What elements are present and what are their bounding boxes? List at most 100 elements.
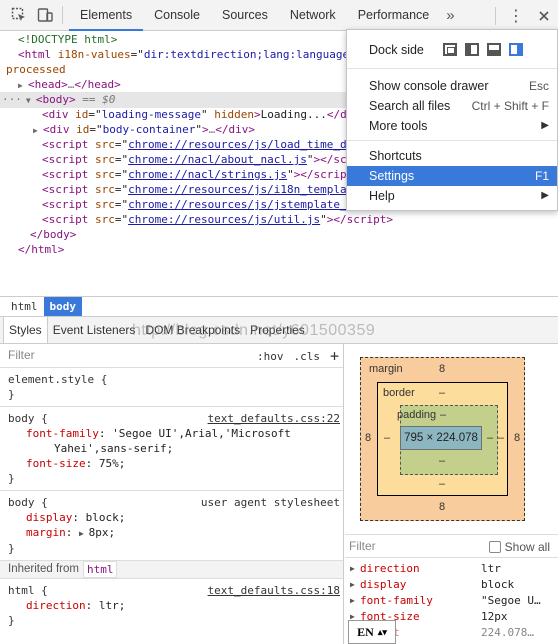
script-src-link[interactable]: chrome://resources/js/i18n_template.js [128,183,380,196]
computed-property-row[interactable]: ▶ display block [345,577,558,593]
tab-network[interactable]: Network [279,0,347,31]
inherited-label: Inherited from [8,563,79,575]
html-close-tag: </html> [18,243,65,256]
dom-div-body-container[interactable]: ▶ <div id="body-container">…</div> [33,122,255,138]
margin-right-value[interactable]: 8 [514,432,520,444]
rule-source-link[interactable]: text_defaults.css:22 [208,411,340,426]
rule-close-brace: } [8,614,15,627]
dom-script-node[interactable]: <script src="chrome://nacl/about_nacl.js… [42,152,380,167]
html-attr-name: i18n-values [57,48,131,61]
dom-doctype[interactable]: <!DOCTYPE html> [18,32,117,47]
ime-dropdown-icon: ▴▾ [377,626,387,637]
dock-bottom-icon[interactable] [487,43,501,56]
tab-console[interactable]: Console [143,0,211,31]
tab-properties[interactable]: Properties [245,317,310,343]
border-right-value[interactable]: – [498,432,504,444]
more-tabs-button[interactable]: » [440,0,460,31]
new-style-rule-button[interactable]: + [330,348,339,364]
dom-script-node[interactable]: <script src="chrome://nacl/strings.js"><… [42,167,360,182]
tab-event-listeners[interactable]: Event Listeners [48,317,141,343]
css-property[interactable]: font-size: 75%; [8,456,335,471]
padding-right-value[interactable]: – [487,432,493,444]
rule-close-brace: } [8,542,15,555]
margin-left-value[interactable]: 8 [365,432,371,444]
menu-item-search-all-files[interactable]: Search all files Ctrl + Shift + F [347,96,557,116]
padding-bottom-value[interactable]: – [439,455,445,467]
show-all-label: Show all [504,540,550,554]
ime-language-indicator[interactable]: EN ▴▾ [348,620,396,644]
inherited-header: Inherited from html [0,561,343,579]
css-property[interactable]: display: block; [8,510,335,525]
script-src-link[interactable]: chrome://resources/js/util.js [128,213,320,226]
padding-label: padding [397,409,437,421]
dom-html-node[interactable]: <html i18n-values="dir:textdirection;lan… [18,47,349,62]
hover-state-toggle[interactable]: :hov [257,349,284,364]
tab-elements[interactable]: Elements [69,0,144,31]
menu-item-show-console-drawer[interactable]: Show console drawer Esc [347,76,557,96]
div-attr-name: id [75,108,89,121]
computed-property-row[interactable]: ▶ font-family "Segoe U… [345,593,558,609]
show-all-checkbox[interactable] [488,541,501,553]
css-property[interactable]: font-family: 'Segoe UI',Arial,'Microsoft [8,426,335,441]
expand-triangle-icon[interactable]: ▶ [79,529,89,538]
element-style-rule[interactable]: element.style { } [0,368,343,407]
inspect-element-icon[interactable] [8,4,30,26]
script-src-link[interactable]: chrome://nacl/strings.js [128,168,287,181]
style-rule[interactable]: body { text_defaults.css:22 font-family:… [0,407,343,491]
breadcrumb-body[interactable]: body [43,297,82,316]
css-property[interactable]: direction: ltr; [8,598,335,613]
div-hidden-attr: hidden [214,108,254,121]
menu-item-more-tools[interactable]: More tools ▶ [347,116,557,136]
devtools-toolbar: Elements Console Sources Network Perform… [0,0,558,31]
menu-item-shortcuts[interactable]: Shortcuts [347,146,557,166]
css-property-continued: Yahei',sans-serif; [54,442,174,455]
close-icon[interactable] [530,0,558,31]
style-rule[interactable]: body { user agent stylesheet display: bl… [0,491,343,561]
rule-source-label: user agent stylesheet [200,496,340,509]
tab-dom-breakpoints[interactable]: DOM Breakpoints [140,317,245,343]
style-rule[interactable]: html { text_defaults.css:18 direction: l… [0,579,343,632]
dom-html-continued: processed [6,62,66,77]
customize-menu-icon[interactable]: ⋮ [502,0,530,31]
body-tag: body [42,93,70,106]
script-src-link[interactable]: chrome://nacl/about_nacl.js [128,153,307,166]
breadcrumb: html body [0,296,558,316]
sidebar-tabs: Styles Event Listeners DOM Breakpoints P… [0,316,558,344]
box-model-content[interactable]: 795 × 224.078 [400,426,482,450]
inherited-node-link[interactable]: html [82,561,118,578]
dock-side-label: Dock side [369,43,424,57]
padding-top-value[interactable]: – [440,409,446,421]
computed-filter-input[interactable]: Filter [349,539,376,553]
border-left-value[interactable]: – [384,432,390,444]
rule-close-brace: } [8,472,15,485]
html-tag: html [24,48,52,61]
computed-property-row[interactable]: ▶ direction ltr [345,561,558,577]
border-top-value[interactable]: – [439,387,445,399]
class-toggle[interactable]: .cls [293,349,320,364]
breadcrumb-html[interactable]: html [5,297,44,316]
styles-filter-input[interactable]: Filter [8,348,35,363]
tab-performance[interactable]: Performance [347,0,441,31]
html-attr-value: dir:textdirection;lang:language [143,48,350,61]
tab-styles[interactable]: Styles [3,317,48,343]
customize-menu: Dock side Show console drawer Esc Search … [346,29,558,211]
dom-div-loading[interactable]: <div id="loading-message" hidden>Loading… [42,107,347,122]
device-toolbar-icon[interactable] [34,4,56,26]
rule-source-link[interactable]: text_defaults.css:18 [208,583,340,598]
menu-item-help[interactable]: Help ▶ [347,186,557,206]
menu-item-settings[interactable]: Settings F1 [347,166,557,186]
dom-html-close: </html> [18,242,64,257]
dock-left-icon[interactable] [465,43,479,56]
margin-bottom-value[interactable]: 8 [439,501,445,513]
undock-icon[interactable] [443,43,457,56]
border-bottom-value[interactable]: – [439,478,445,490]
margin-top-value[interactable]: 8 [439,363,445,375]
dom-script-node[interactable]: <script src="chrome://resources/js/util.… [42,212,393,227]
div-loading-text: Loading... [260,108,327,121]
css-property[interactable]: margin: ▶ 8px; [8,525,335,541]
dock-right-icon[interactable] [509,43,523,56]
box-model-diagram: margin 8 8 8 8 border – – – – padding – … [360,357,525,521]
div-attr-value: body-container [102,123,196,136]
dom-head-node[interactable]: ▶ <head>…</head> [18,77,121,93]
tab-sources[interactable]: Sources [211,0,279,31]
